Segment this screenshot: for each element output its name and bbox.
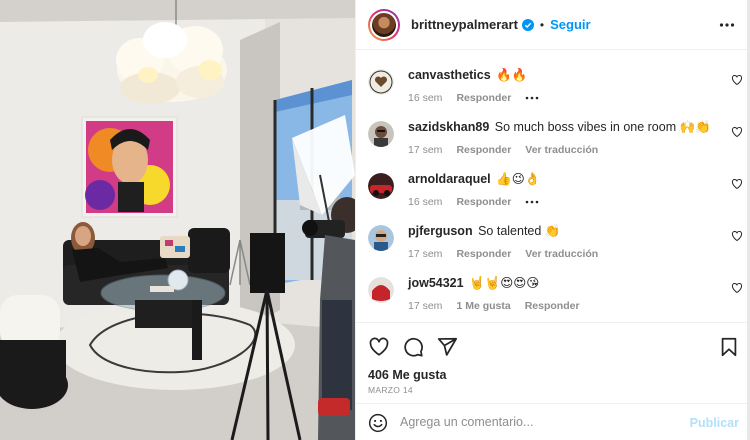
- comments-list[interactable]: canvasthetics 🔥🔥 16 sem Responder sazids…: [356, 50, 750, 322]
- more-options-icon[interactable]: [719, 17, 735, 33]
- commenter-avatar[interactable]: [368, 225, 394, 251]
- comment-username[interactable]: canvasthetics: [408, 68, 491, 82]
- comment-time[interactable]: 17 sem: [408, 300, 442, 312]
- see-translation-button[interactable]: Ver traducción: [525, 144, 598, 156]
- comment-icon[interactable]: [402, 336, 424, 358]
- comment-item: arnoldaraquel 👍😉👌 16 sem Responder: [368, 168, 743, 220]
- follow-button[interactable]: Seguir: [550, 17, 590, 32]
- reply-button[interactable]: Responder: [456, 92, 511, 104]
- comment-time[interactable]: 16 sem: [408, 196, 442, 208]
- commenter-avatar[interactable]: [368, 69, 394, 95]
- share-icon[interactable]: [436, 336, 458, 358]
- commenter-avatar[interactable]: [368, 121, 394, 147]
- bookmark-icon[interactable]: [718, 336, 740, 358]
- comment-input[interactable]: [400, 412, 680, 432]
- add-comment-bar: Publicar: [356, 403, 750, 440]
- commenter-avatar[interactable]: [368, 173, 394, 199]
- emoji-icon[interactable]: [368, 413, 388, 433]
- comment-like-icon[interactable]: [731, 74, 743, 86]
- heart-icon[interactable]: [368, 336, 390, 358]
- reply-button[interactable]: Responder: [525, 300, 580, 312]
- comment-likes-count[interactable]: 1 Me gusta: [456, 300, 510, 312]
- author-avatar[interactable]: [368, 8, 400, 41]
- comment-item: sazidskhan89 So much boss vibes in one r…: [368, 116, 743, 168]
- comment-like-icon[interactable]: [731, 282, 743, 294]
- commenter-avatar[interactable]: [368, 277, 394, 303]
- comment-more-icon[interactable]: [525, 200, 539, 204]
- post-side-panel: brittneypalmerart • Seguir canvasthetics…: [355, 0, 750, 440]
- comment-time[interactable]: 16 sem: [408, 92, 442, 104]
- verified-badge-icon: [521, 18, 534, 31]
- comment-username[interactable]: sazidskhan89: [408, 120, 489, 134]
- comment-username[interactable]: pjferguson: [408, 224, 473, 238]
- likes-count[interactable]: 406 Me gusta: [368, 368, 447, 382]
- comment-item: canvasthetics 🔥🔥 16 sem Responder: [368, 64, 743, 116]
- reply-button[interactable]: Responder: [456, 248, 511, 260]
- comment-like-icon[interactable]: [731, 230, 743, 242]
- comment-time[interactable]: 17 sem: [408, 144, 442, 156]
- header-separator: •: [539, 17, 545, 32]
- comment-item: jow54321 🤘🤘😍😍😘 17 sem 1 Me gusta Respond…: [368, 272, 743, 322]
- comment-text: 👍😉👌: [496, 172, 541, 186]
- comment-more-icon[interactable]: [525, 96, 539, 100]
- comment-like-icon[interactable]: [731, 126, 743, 138]
- see-translation-button[interactable]: Ver traducción: [525, 248, 598, 260]
- post-header: brittneypalmerart • Seguir: [356, 0, 750, 50]
- comment-text: 🔥🔥: [496, 68, 528, 82]
- author-username[interactable]: brittneypalmerart: [411, 17, 518, 32]
- publish-button[interactable]: Publicar: [690, 416, 739, 430]
- instagram-post: brittneypalmerart • Seguir canvasthetics…: [0, 0, 750, 440]
- comment-text: 🤘🤘😍😍😘: [469, 276, 540, 290]
- post-photo[interactable]: [0, 0, 355, 440]
- comment-time[interactable]: 17 sem: [408, 248, 442, 260]
- comment-item: pjferguson So talented 👏 17 sem Responde…: [368, 220, 743, 272]
- comment-text: So talented 👏: [478, 224, 561, 238]
- reply-button[interactable]: Responder: [456, 144, 511, 156]
- comment-text: So much boss vibes in one room 🙌👏: [494, 120, 711, 134]
- comment-username[interactable]: arnoldaraquel: [408, 172, 491, 186]
- reply-button[interactable]: Responder: [456, 196, 511, 208]
- photo-scene: [0, 0, 355, 440]
- post-date[interactable]: MARZO 14: [368, 385, 413, 395]
- comment-username[interactable]: jow54321: [408, 276, 464, 290]
- comment-like-icon[interactable]: [731, 178, 743, 190]
